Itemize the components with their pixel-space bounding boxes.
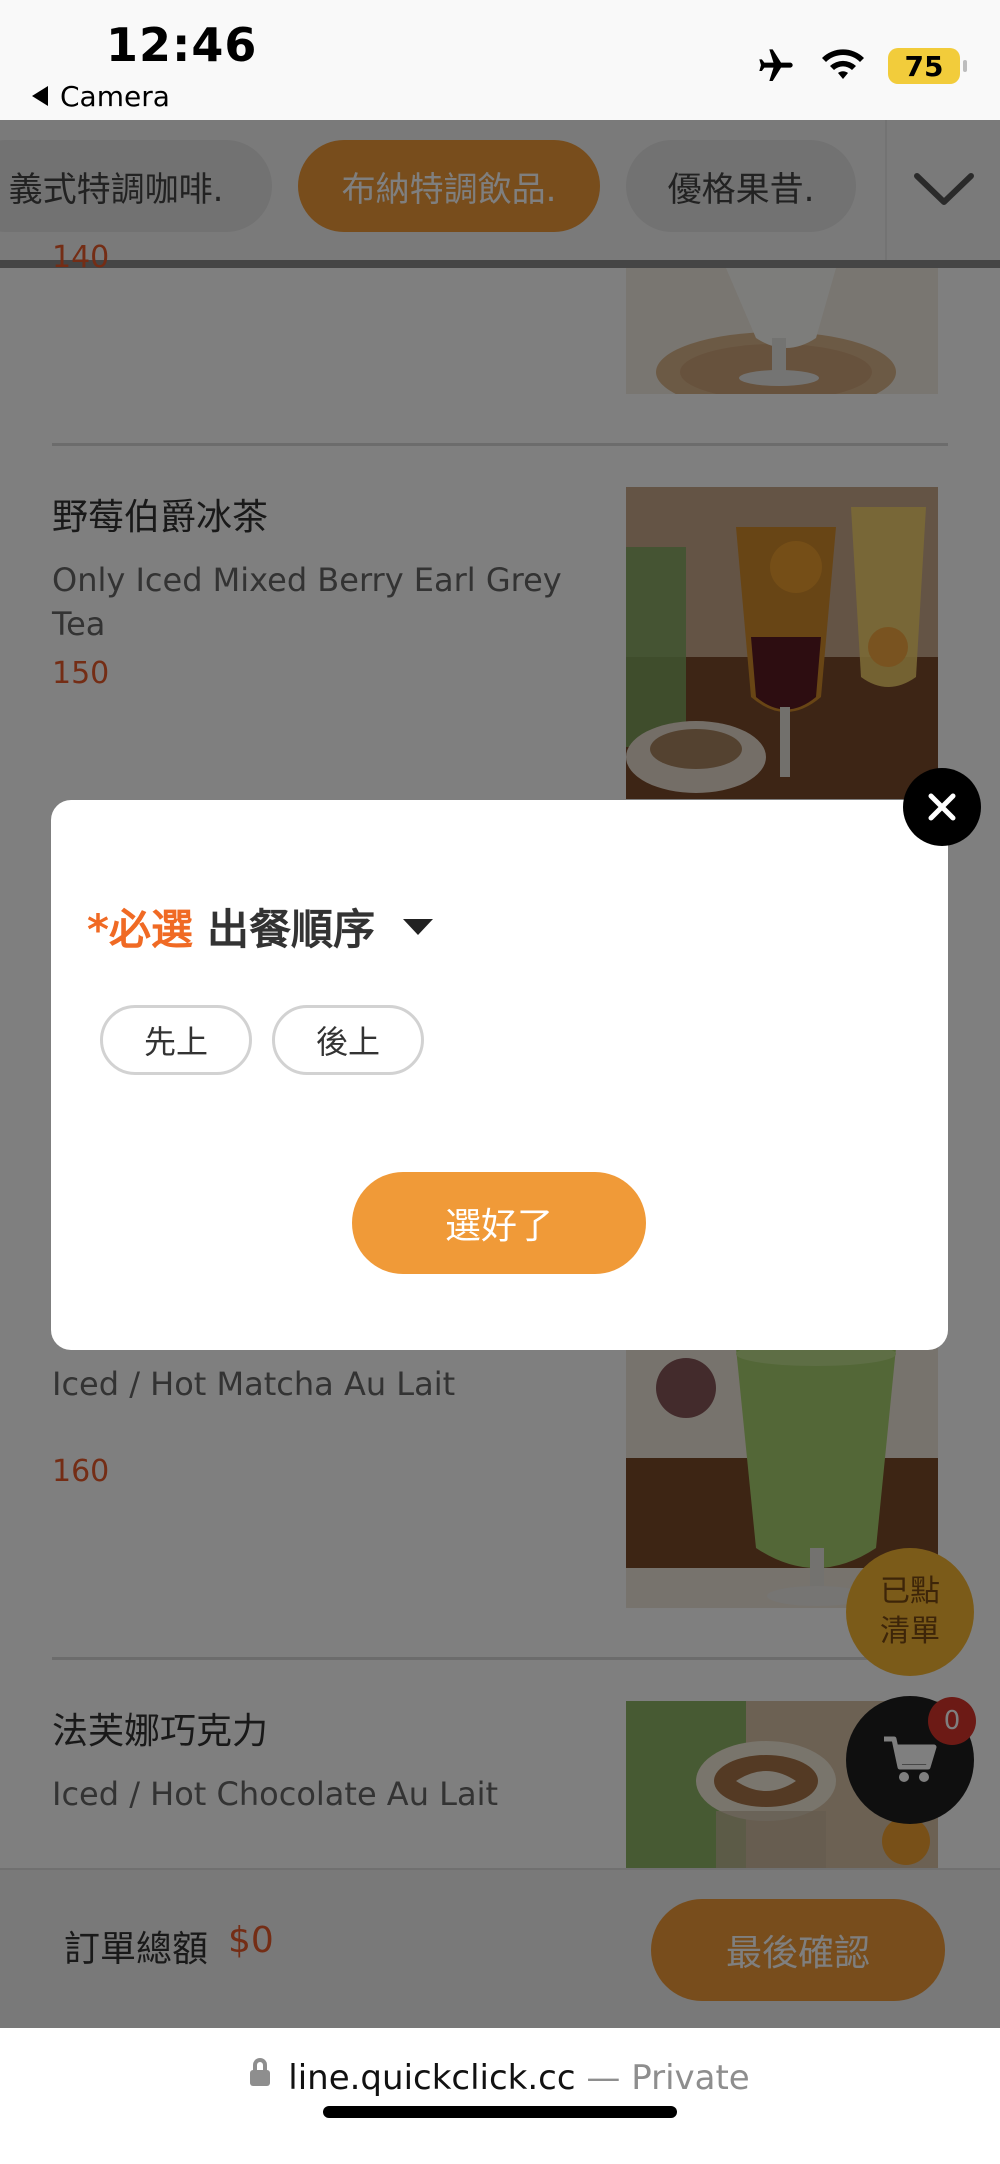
status-bar: 12:46 Camera 75 bbox=[0, 0, 1000, 120]
option-group-header[interactable]: *必選 出餐順序 bbox=[87, 896, 433, 957]
option-serve-later[interactable]: 後上 bbox=[272, 1005, 424, 1075]
browser-bar: line.quickclick.cc — Private bbox=[0, 2028, 1000, 2164]
back-app-label: Camera bbox=[60, 80, 170, 113]
back-to-app-link[interactable]: Camera bbox=[32, 80, 170, 113]
caret-down-icon bbox=[402, 918, 433, 935]
done-button[interactable]: 選好了 bbox=[352, 1172, 646, 1274]
option-group-title: 出餐順序 bbox=[206, 905, 375, 954]
clock: 12:46 bbox=[106, 18, 258, 72]
battery-indicator: 75 bbox=[888, 48, 967, 84]
browsing-mode: Private bbox=[631, 2058, 750, 2098]
option-modal: *必選 出餐順序 先上 後上 選好了 bbox=[51, 800, 948, 1350]
address-bar[interactable]: line.quickclick.cc — Private bbox=[0, 2057, 1000, 2098]
airplane-icon bbox=[759, 49, 793, 81]
option-serve-first[interactable]: 先上 bbox=[100, 1005, 252, 1075]
url-text: line.quickclick.cc bbox=[288, 2058, 576, 2098]
home-indicator[interactable] bbox=[323, 2106, 677, 2118]
status-icons: 75 bbox=[754, 44, 967, 88]
lock-icon bbox=[250, 2057, 271, 2086]
close-icon bbox=[928, 793, 956, 821]
back-triangle-icon bbox=[32, 86, 48, 106]
wifi-icon bbox=[822, 49, 864, 79]
close-button[interactable] bbox=[903, 768, 981, 846]
required-mark: *必選 bbox=[87, 905, 193, 954]
